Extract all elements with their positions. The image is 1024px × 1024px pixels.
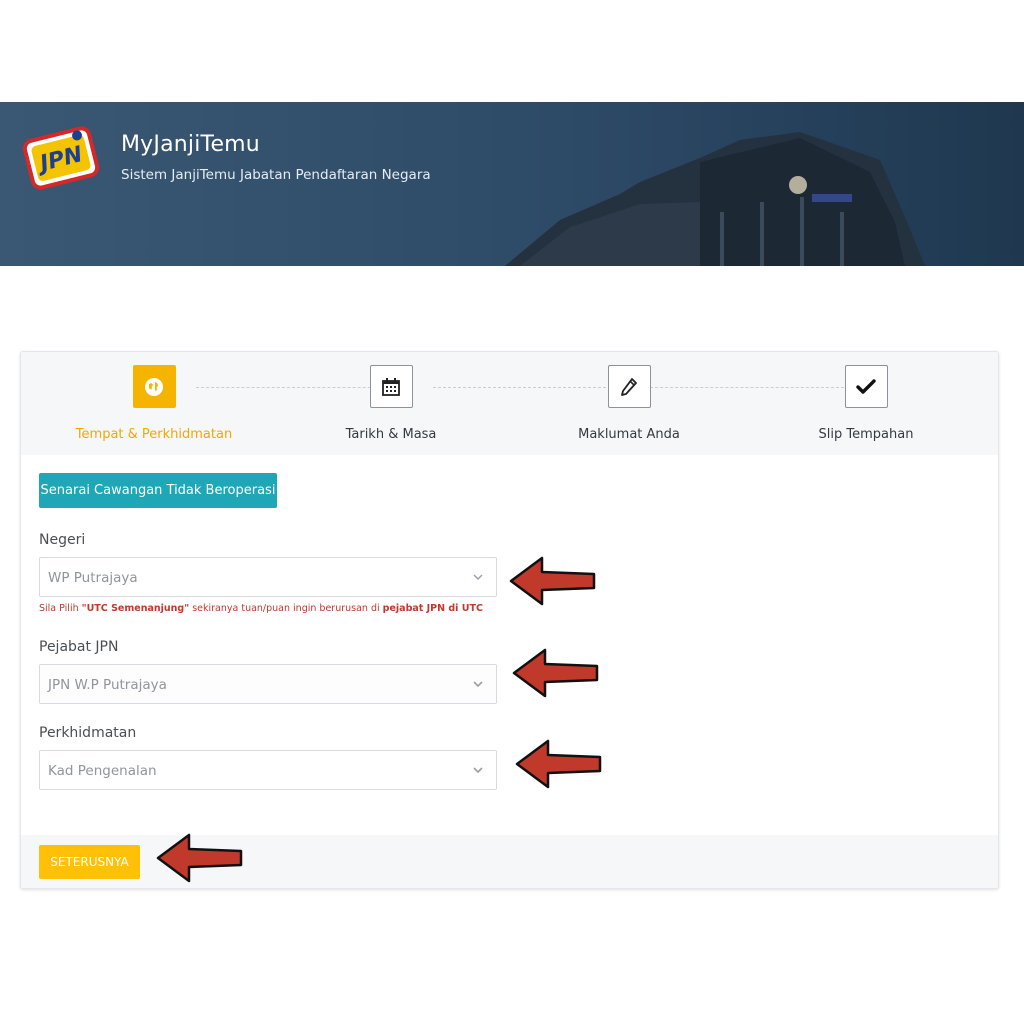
annotation-arrow-icon — [512, 648, 599, 698]
step-slip-tempahan[interactable]: Slip Tempahan — [756, 365, 976, 442]
pejabat-select[interactable]: JPN W.P Putrajaya — [39, 664, 497, 704]
calendar-icon — [382, 377, 400, 396]
annotation-arrow-icon — [509, 556, 596, 606]
annotation-arrow-icon — [515, 739, 602, 789]
jpn-logo: JPN — [22, 126, 100, 190]
step-icon-box — [132, 365, 176, 408]
negeri-select[interactable]: WP Putrajaya — [39, 557, 497, 597]
step-icon-box — [369, 365, 413, 408]
step-label: Tarikh & Masa — [345, 427, 437, 442]
utc-hint-text: Sila Pilih "UTC Semenanjung" sekiranya t… — [39, 603, 483, 614]
app-subtitle: Sistem JanjiTemu Jabatan Pendaftaran Neg… — [121, 167, 431, 183]
perkhidmatan-value: Kad Pengenalan — [48, 763, 157, 779]
step-label: Tempat & Perkhidmatan — [75, 427, 233, 442]
next-button[interactable]: SETERUSNYA — [39, 845, 140, 879]
header-banner: JPN MyJanjiTemu Sistem JanjiTemu Jabatan… — [0, 102, 1024, 266]
annotation-arrow-icon — [156, 833, 243, 883]
pencil-icon — [621, 377, 637, 396]
app-title: MyJanjiTemu — [121, 132, 260, 157]
chevron-down-icon — [473, 574, 483, 580]
step-label: Maklumat Anda — [578, 427, 680, 442]
perkhidmatan-select[interactable]: Kad Pengenalan — [39, 750, 497, 790]
step-icon-box — [844, 365, 888, 408]
step-icon-box — [607, 365, 651, 408]
wizard-steps: Tempat & Perkhidmatan Tarikh & Masa Makl… — [21, 352, 998, 455]
booking-wizard-card: Tempat & Perkhidmatan Tarikh & Masa Makl… — [20, 351, 999, 889]
building-background-image — [505, 132, 925, 266]
globe-icon — [145, 377, 163, 396]
checkmark-icon — [856, 378, 876, 394]
step-label: Slip Tempahan — [818, 427, 914, 442]
step-tarikh-masa[interactable]: Tarikh & Masa — [281, 365, 501, 442]
pejabat-label: Pejabat JPN — [39, 639, 119, 655]
form-body: Senarai Cawangan Tidak Beroperasi Negeri… — [21, 455, 998, 835]
step-tempat-perkhidmatan[interactable]: Tempat & Perkhidmatan — [44, 365, 264, 442]
negeri-value: WP Putrajaya — [48, 570, 138, 586]
chevron-down-icon — [473, 681, 483, 688]
pejabat-value: JPN W.P Putrajaya — [48, 677, 167, 693]
closed-branches-button[interactable]: Senarai Cawangan Tidak Beroperasi — [39, 473, 277, 508]
perkhidmatan-label: Perkhidmatan — [39, 725, 137, 741]
step-maklumat-anda[interactable]: Maklumat Anda — [519, 365, 739, 442]
negeri-label: Negeri — [39, 532, 86, 548]
chevron-down-icon — [473, 767, 483, 774]
